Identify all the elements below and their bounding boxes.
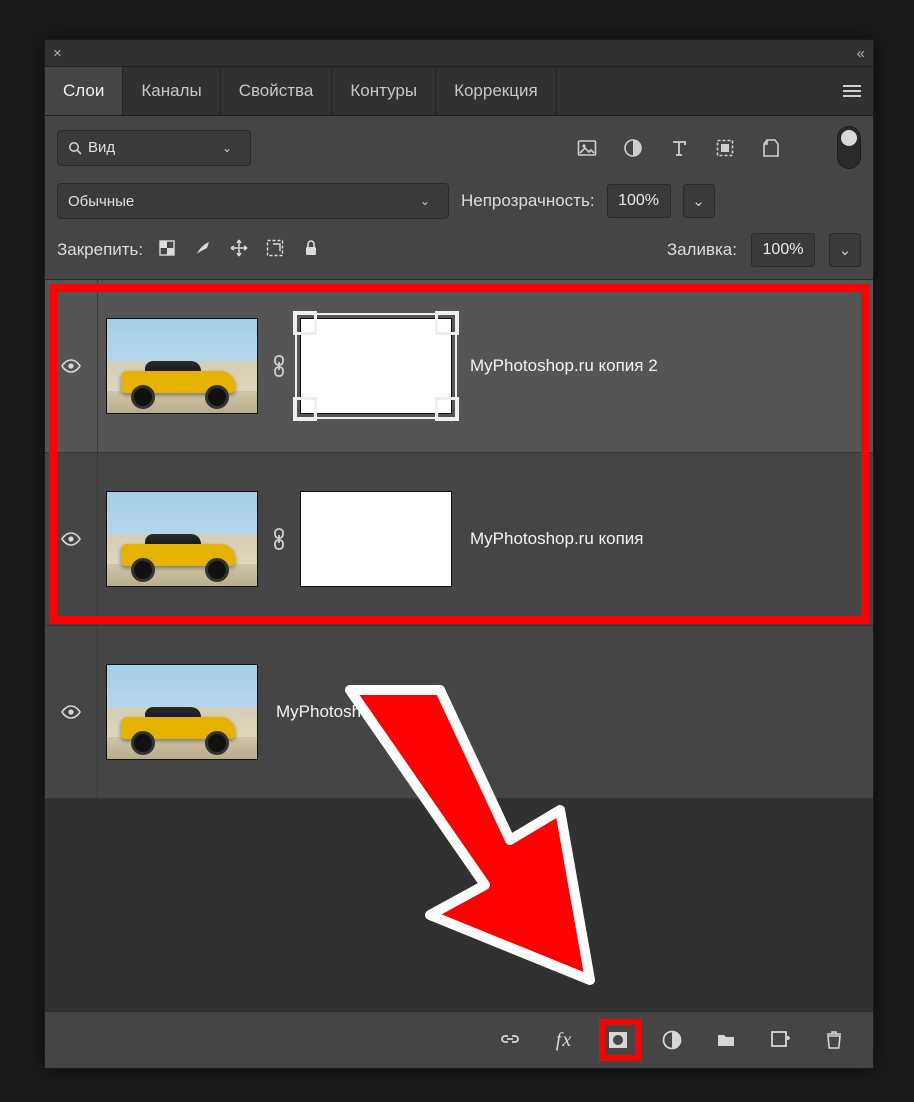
lock-pixels-icon[interactable] (157, 238, 177, 262)
new-group-button[interactable] (713, 1027, 739, 1053)
tab-label: Контуры (350, 81, 417, 101)
visibility-icon (60, 355, 82, 377)
opacity-value: 100% (618, 192, 659, 210)
layer-row[interactable]: MyPhotoshop.ru копия 2 (45, 280, 873, 453)
opacity-field[interactable]: 100% (607, 184, 671, 218)
layer-style-button[interactable]: fx (551, 1027, 577, 1053)
filter-shape-icon[interactable] (713, 136, 737, 160)
tab-label: Свойства (239, 81, 314, 101)
adjustment-layer-icon (661, 1029, 683, 1051)
filter-toggle[interactable] (837, 126, 861, 169)
link-icon (499, 1029, 521, 1051)
chain-link-icon[interactable] (268, 527, 290, 551)
fx-icon: fx (556, 1029, 572, 1052)
tab-label: Слои (63, 81, 104, 101)
visibility-toggle[interactable] (45, 280, 98, 452)
opacity-dropdown[interactable]: ⌄ (683, 184, 715, 218)
chevron-down-icon: ⌄ (692, 192, 705, 210)
layer-filter-label: Вид (88, 139, 115, 156)
layers-panel: × « Слои Каналы Свойства Контуры Коррекц… (44, 39, 874, 1069)
add-mask-icon (607, 1029, 629, 1051)
blend-mode-value: Обычные (68, 193, 134, 210)
tab-adjust[interactable]: Коррекция (436, 67, 557, 115)
new-adjustment-layer-button[interactable] (659, 1027, 685, 1053)
close-icon[interactable]: × (53, 45, 62, 62)
lock-move-icon[interactable] (229, 238, 249, 262)
layer-filter-combo[interactable]: Вид ⌄ (57, 130, 251, 166)
fill-field[interactable]: 100% (751, 233, 815, 267)
layer-thumbnail[interactable] (106, 491, 258, 587)
fill-dropdown[interactable]: ⌄ (829, 233, 861, 267)
filter-image-icon[interactable] (575, 136, 599, 160)
lock-frame-icon[interactable] (265, 238, 285, 262)
panel-tabs: Слои Каналы Свойства Контуры Коррекция (45, 67, 873, 116)
filter-adjust-icon[interactable] (621, 136, 645, 160)
search-icon (68, 141, 82, 155)
layer-thumbnail[interactable] (106, 318, 258, 414)
opacity-label: Непрозрачность: (461, 191, 595, 211)
lock-all-icon[interactable] (301, 238, 321, 262)
chevron-down-icon: ⌄ (412, 194, 438, 208)
tab-paths[interactable]: Контуры (332, 67, 436, 115)
lock-label: Закрепить: (57, 240, 143, 260)
lock-brush-icon[interactable] (193, 238, 213, 262)
panel-menu-icon (843, 84, 861, 98)
layer-row[interactable]: MyPhotoshop.ru копия (45, 453, 873, 626)
blend-mode-combo[interactable]: Обычные ⌄ (57, 183, 449, 219)
group-icon (715, 1029, 737, 1051)
delete-icon (823, 1029, 845, 1051)
link-layers-button[interactable] (497, 1027, 523, 1053)
chain-link-icon[interactable] (268, 354, 290, 378)
layer-mask-thumbnail[interactable] (300, 318, 452, 414)
tab-label: Каналы (141, 81, 201, 101)
delete-layer-button[interactable] (821, 1027, 847, 1053)
visibility-icon (60, 528, 82, 550)
chevron-down-icon: ⌄ (214, 141, 240, 155)
layer-row[interactable]: MyPhotoshop.ru (45, 626, 873, 799)
visibility-toggle[interactable] (45, 626, 98, 798)
layer-mask-thumbnail[interactable] (300, 491, 452, 587)
tab-properties[interactable]: Свойства (221, 67, 333, 115)
visibility-icon (60, 701, 82, 723)
layer-name[interactable]: MyPhotoshop.ru копия (470, 529, 644, 549)
tab-layers[interactable]: Слои (45, 67, 123, 115)
collapse-icon[interactable]: « (857, 45, 865, 62)
layer-name[interactable]: MyPhotoshop.ru (276, 702, 400, 722)
chevron-down-icon: ⌄ (839, 241, 852, 259)
layer-options: Вид ⌄ (45, 116, 873, 280)
layer-panel-bottom-bar: fx (45, 1011, 873, 1068)
visibility-toggle[interactable] (45, 453, 98, 625)
new-layer-icon (769, 1029, 791, 1051)
fill-value: 100% (763, 241, 804, 259)
add-mask-button[interactable] (605, 1027, 631, 1053)
new-layer-button[interactable] (767, 1027, 793, 1053)
layer-filter-icons (575, 136, 783, 160)
layer-list: MyPhotoshop.ru копия 2 MyPhotoshop.ru ко… (45, 280, 873, 799)
fill-label: Заливка: (667, 240, 737, 260)
tab-channels[interactable]: Каналы (123, 67, 220, 115)
filter-text-icon[interactable] (667, 136, 691, 160)
filter-smart-icon[interactable] (759, 136, 783, 160)
panel-menu-button[interactable] (843, 67, 861, 115)
tab-label: Коррекция (454, 81, 538, 101)
layer-name[interactable]: MyPhotoshop.ru копия 2 (470, 356, 658, 376)
toggle-knob (841, 130, 857, 146)
panel-top-strip: × « (45, 40, 873, 67)
layer-thumbnail[interactable] (106, 664, 258, 760)
